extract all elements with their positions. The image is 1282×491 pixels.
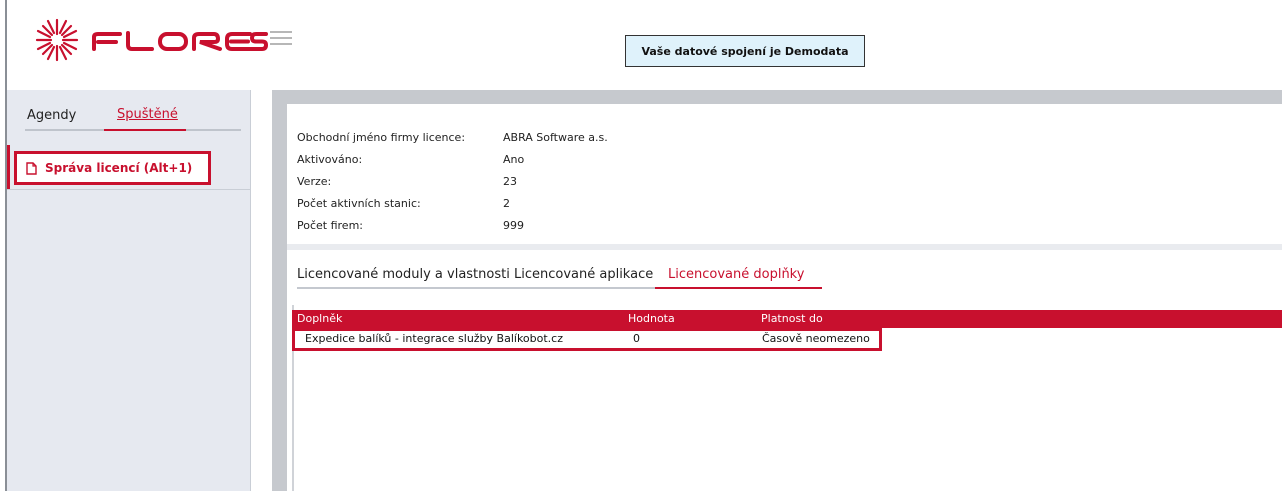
tab-licencovane-doplnky[interactable]: Licencované doplňky: [668, 267, 804, 282]
column-header-platnost[interactable]: Platnost do: [761, 312, 823, 325]
info-value-firms: 999: [503, 219, 524, 232]
active-item-marker: [7, 145, 10, 189]
connection-banner: Vaše datové spojení je Demodata: [625, 35, 865, 67]
info-value-activated: Ano: [503, 153, 525, 166]
running-item-label: Správa licencí (Alt+1): [45, 161, 193, 175]
info-label-version: Verze:: [297, 175, 332, 188]
tab-licencovane-aplikace[interactable]: Licencované aplikace: [514, 267, 653, 282]
subtab-active-indicator: [655, 287, 822, 289]
document-icon: [26, 161, 37, 175]
info-value-version: 23: [503, 175, 517, 188]
tab-licencovane-moduly[interactable]: Licencované moduly a vlastnosti: [297, 267, 510, 282]
sidebar-tab-spustene[interactable]: Spuštěné: [117, 107, 178, 122]
info-label-stations: Počet aktivních stanic:: [297, 197, 421, 210]
info-value-company: ABRA Software a.s.: [503, 131, 608, 144]
flores-logo-icon: [35, 18, 79, 62]
sidebar-active-tab-indicator: [104, 129, 186, 131]
cell-platnost: Časově neomezeno: [762, 332, 870, 345]
info-label-company: Obchodní jméno firmy licence:: [297, 131, 466, 144]
info-value-stations: 2: [503, 197, 510, 210]
hamburger-menu-icon[interactable]: [270, 28, 292, 48]
running-item-sprava-licenci[interactable]: Správa licencí (Alt+1): [14, 151, 211, 185]
section-divider: [287, 244, 1282, 250]
splitter: [251, 90, 272, 491]
info-label-activated: Aktivováno:: [297, 153, 363, 166]
cell-doplnek: Expedice balíků - integrace služby Balík…: [305, 332, 564, 345]
sidebar-tab-agendy[interactable]: Agendy: [27, 108, 76, 123]
column-header-hodnota[interactable]: Hodnota: [628, 312, 675, 325]
cell-hodnota: 0: [633, 332, 640, 345]
sidebar-divider: [7, 189, 250, 190]
flores-wordmark: [92, 31, 268, 51]
column-header-doplnek[interactable]: Doplněk: [297, 312, 342, 325]
info-label-firms: Počet firem:: [297, 219, 363, 232]
